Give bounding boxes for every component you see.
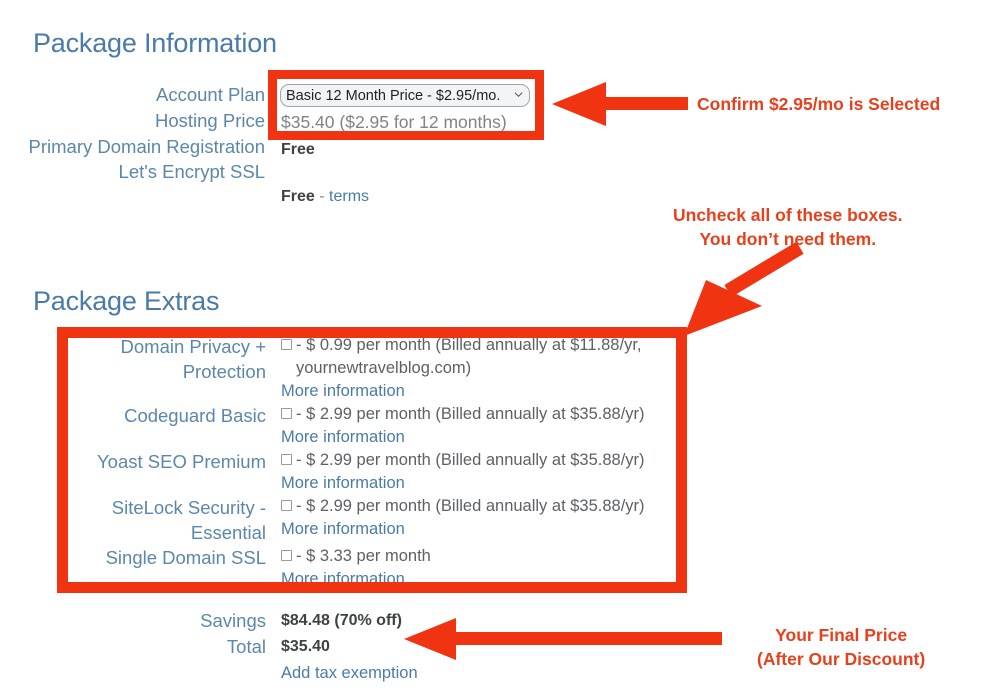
package-extras-heading: Package Extras (33, 286, 220, 316)
annotation-uncheck-line-2: You don’t need them. (699, 229, 877, 249)
extra-price-text: - $ 2.99 per month (Billed annually at $… (296, 405, 645, 423)
total-row: Total $35.40 (0, 634, 418, 660)
extra-body: - $ 2.99 per month (Billed annually at $… (281, 449, 645, 495)
extra-body: - $ 2.99 per month (Billed annually at $… (281, 495, 645, 541)
primary-domain-registration-value: Free (281, 141, 315, 158)
extra-price-text: - $ 2.99 per month (Billed annually at $… (296, 497, 645, 515)
ssl-separator: - (314, 188, 330, 205)
extra-row-single-domain-ssl: Single Domain SSL - $ 3.33 per month Mor… (0, 545, 700, 591)
total-label: Total (226, 636, 266, 657)
tax-exemption-row: Add tax exemption (0, 660, 418, 686)
label-primary-domain-registration: Primary Domain Registration (28, 136, 265, 157)
package-selection-page: Package Information Account Plan Hosting… (0, 0, 1000, 700)
extra-row-domain-privacy: Domain Privacy + Protection - $ 0.99 per… (0, 334, 700, 403)
more-information-link[interactable]: More information (281, 426, 645, 449)
savings-label: Savings (200, 610, 266, 631)
extra-label: Domain Privacy + Protection (120, 336, 266, 382)
totals-block: Savings $84.48 (70% off) Total $35.40 Ad… (0, 608, 418, 686)
add-tax-exemption-link[interactable]: Add tax exemption (281, 660, 418, 686)
more-information-link[interactable]: More information (281, 518, 645, 541)
annotation-uncheck-line-1: Uncheck all of these boxes. (673, 205, 903, 225)
extra-row-codeguard-basic: Codeguard Basic - $ 2.99 per month (Bill… (0, 403, 700, 449)
more-information-link[interactable]: More information (281, 472, 645, 495)
more-information-link[interactable]: More information (281, 568, 431, 591)
extra-price-text: - $ 0.99 per month (Billed annually at $… (296, 336, 642, 377)
extra-row-yoast-seo-premium: Yoast SEO Premium - $ 2.99 per month (Bi… (0, 449, 700, 495)
arrow-diagonal-to-package-extras (684, 241, 804, 336)
extra-body: - $ 2.99 per month (Billed annually at $… (281, 403, 645, 449)
extra-label: Codeguard Basic (124, 405, 266, 426)
extra-body: - $ 0.99 per month (Billed annually at $… (281, 334, 696, 403)
account-plan-select[interactable]: Basic 12 Month Price - $2.95/mo. (280, 84, 530, 107)
savings-row: Savings $84.48 (70% off) (0, 608, 418, 634)
extra-label: Yoast SEO Premium (97, 451, 266, 472)
ssl-terms-link[interactable]: terms (329, 188, 369, 205)
hosting-price-value: $35.40 ($2.95 for 12 months) (281, 112, 507, 132)
extra-price-text: - $ 2.99 per month (Billed annually at $… (296, 451, 645, 469)
lets-encrypt-ssl-value: Free - terms (281, 188, 369, 206)
ssl-free-text: Free (281, 188, 315, 205)
checkbox-yoast-seo-premium[interactable] (281, 454, 292, 465)
annotation-uncheck-boxes: Uncheck all of these boxes. You don’t ne… (673, 203, 903, 251)
checkbox-single-domain-ssl[interactable] (281, 550, 292, 561)
annotation-final-price-line-2: (After Our Discount) (757, 649, 926, 669)
checkbox-codeguard-basic[interactable] (281, 408, 292, 419)
package-information-labels: Account Plan Hosting Price Primary Domai… (20, 82, 265, 185)
more-information-link[interactable]: More information (281, 380, 696, 403)
extra-row-sitelock-security-essential: SiteLock Security - Essential - $ 2.99 p… (0, 495, 700, 545)
arrow-left-to-account-plan (552, 82, 688, 126)
extra-label: SiteLock Security - Essential (111, 497, 266, 543)
extra-label: Single Domain SSL (105, 547, 266, 568)
label-account-plan: Account Plan (155, 84, 265, 105)
label-hosting-price: Hosting Price (154, 110, 265, 131)
account-plan-select-wrapper[interactable]: Basic 12 Month Price - $2.95/mo. (280, 84, 530, 107)
extra-body: - $ 3.33 per month More information (281, 545, 431, 591)
extra-price-text: - $ 3.33 per month (296, 547, 431, 565)
annotation-final-price: Your Final Price (After Our Discount) (757, 623, 925, 671)
arrow-left-to-total (404, 618, 722, 660)
package-information-heading: Package Information (33, 28, 277, 58)
package-extras-list: Domain Privacy + Protection - $ 0.99 per… (0, 334, 700, 591)
checkbox-sitelock-security-essential[interactable] (281, 500, 292, 511)
checkbox-domain-privacy[interactable] (281, 339, 292, 350)
label-lets-encrypt-ssl: Let's Encrypt SSL (118, 161, 265, 182)
savings-value: $84.48 (70% off) (281, 612, 402, 629)
annotation-final-price-line-1: Your Final Price (775, 625, 908, 645)
annotation-confirm-plan: Confirm $2.95/mo is Selected (697, 94, 941, 114)
total-value: $35.40 (281, 638, 330, 655)
